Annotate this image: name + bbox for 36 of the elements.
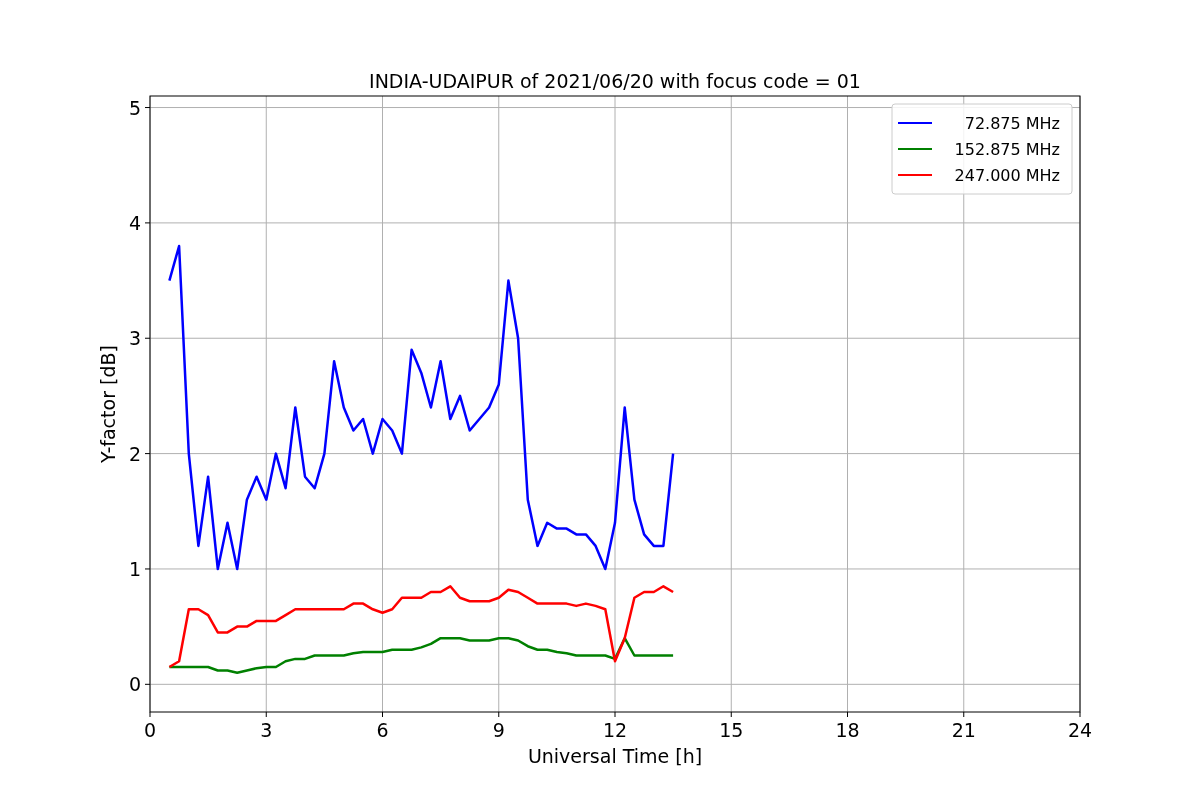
x-tick <box>149 711 151 718</box>
legend-label: 247.000 MHz <box>954 166 1060 185</box>
x-tick <box>963 711 965 718</box>
x-tick <box>614 711 616 718</box>
x-tick-label: 18 <box>835 719 860 741</box>
x-tick-label: 21 <box>951 719 976 741</box>
y-tick <box>144 683 151 685</box>
y-tick-label: 3 <box>128 327 141 350</box>
y-tick <box>144 337 151 339</box>
x-tick-label: 24 <box>1067 719 1093 741</box>
x-tick-label: 3 <box>260 719 273 741</box>
x-tick <box>730 711 732 718</box>
x-tick-label: 12 <box>602 719 628 741</box>
x-axis-label: Universal Time [h] <box>527 745 703 767</box>
x-tick <box>498 711 500 718</box>
legend-label: 72.875 MHz <box>964 114 1060 133</box>
x-tick <box>382 711 383 718</box>
y-axis-label: Y-factor [dB] <box>97 345 119 463</box>
legend-label: 152.875 MHz <box>954 140 1060 159</box>
x-tick-label: 9 <box>492 719 505 741</box>
y-tick-label: 4 <box>128 211 141 234</box>
x-tick-label: 15 <box>719 719 744 741</box>
y-tick-label: 0 <box>128 673 141 696</box>
y-tick <box>144 222 151 224</box>
y-tick-label: 5 <box>128 96 141 119</box>
y-tick <box>144 453 151 455</box>
x-tick-label: 0 <box>143 719 157 741</box>
chart-title: INDIA-UDAIPUR of 2021/06/20 with focus code = 01 <box>369 70 861 92</box>
y-tick <box>144 107 151 109</box>
x-tick <box>847 711 848 718</box>
x-tick <box>265 711 267 718</box>
y-tick-label: 2 <box>128 442 141 465</box>
y-tick <box>144 568 151 570</box>
x-tick <box>1079 711 1081 718</box>
y-tick-label: 1 <box>128 557 141 580</box>
x-tick-label: 6 <box>376 719 389 741</box>
